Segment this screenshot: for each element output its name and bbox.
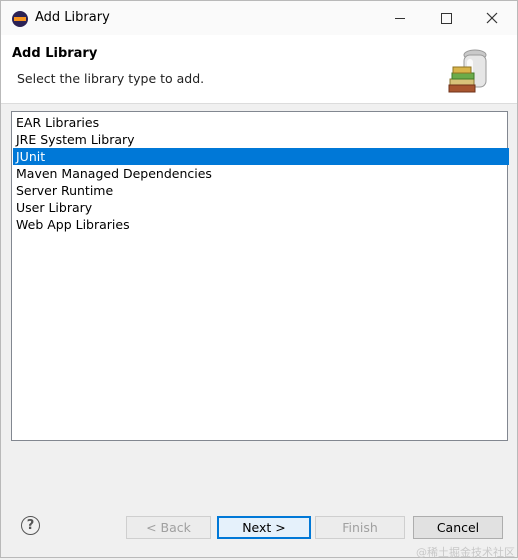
list-item[interactable]: Server Runtime (13, 182, 509, 199)
watermark: @稀土掘金技术社区 (416, 546, 515, 559)
list-item[interactable]: User Library (13, 199, 509, 216)
help-button[interactable]: ? (21, 516, 40, 535)
list-item[interactable]: EAR Libraries (13, 114, 509, 131)
wizard-header: Add Library Select the library type to a… (1, 35, 517, 104)
minimize-button[interactable] (377, 1, 423, 35)
close-button[interactable] (469, 1, 515, 35)
page-title: Add Library (12, 46, 98, 61)
list-item[interactable]: JUnit (13, 148, 509, 165)
back-button[interactable]: < Back (126, 516, 211, 539)
list-item[interactable]: Web App Libraries (13, 216, 509, 233)
library-jar-icon (448, 49, 487, 93)
maximize-button[interactable] (423, 1, 469, 35)
eclipse-icon (12, 11, 28, 27)
next-button[interactable]: Next > (217, 516, 311, 539)
page-description: Select the library type to add. (17, 71, 205, 86)
list-item[interactable]: Maven Managed Dependencies (13, 165, 509, 182)
list-item[interactable]: JRE System Library (13, 131, 509, 148)
library-type-list[interactable]: EAR Libraries JRE System Library JUnit Mave… (11, 111, 509, 441)
cancel-button[interactable]: Cancel (413, 516, 503, 539)
add-library-dialog: Add Library Add Library Select the libra… (0, 0, 518, 558)
title-bar: Add Library (1, 1, 517, 35)
window-title: Add Library (35, 10, 110, 25)
close-icon (486, 12, 498, 24)
finish-button[interactable]: Finish (315, 516, 405, 539)
